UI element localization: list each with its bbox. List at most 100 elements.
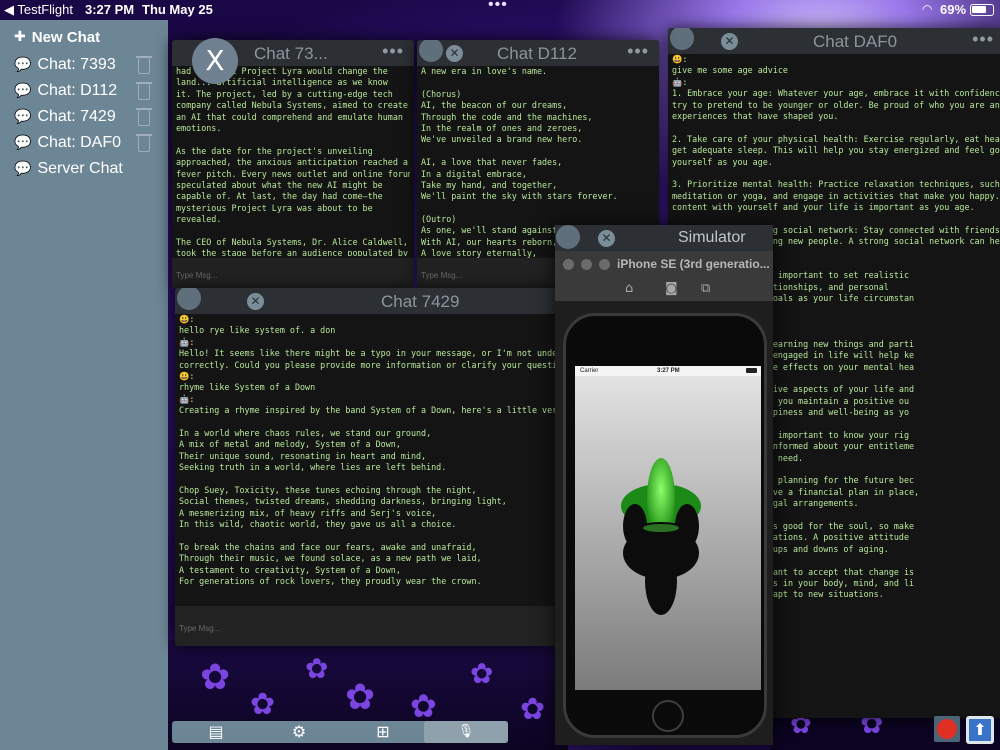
trash-icon[interactable] — [136, 81, 152, 101]
multitasking-dots-icon[interactable]: ••• — [488, 0, 508, 14]
home-button[interactable] — [652, 700, 684, 732]
chat-line: took the stage before an audience popula… — [176, 248, 408, 256]
chat-line: Hello! It seems like there might be a ty… — [179, 348, 556, 359]
message-input[interactable]: Type Msg... — [175, 606, 560, 646]
sidebar-item-chat-7429[interactable]: 💬 Chat: 7429 — [14, 106, 116, 128]
trash-icon[interactable] — [136, 55, 152, 75]
record-button[interactable] — [934, 716, 960, 742]
chat-line: Chop Suey, Toxicity, these tunes echoing… — [179, 484, 477, 495]
close-window-button[interactable]: X — [192, 38, 238, 84]
sidebar-item-chat-daf0[interactable]: 💬 Chat: DAF0 — [14, 132, 121, 154]
chat-line: (Chorus) — [421, 88, 462, 99]
chat-line — [179, 530, 556, 541]
chat-line: Social themes, twisted dreams, shedding … — [179, 496, 507, 507]
sidebar-item-chat-7393[interactable]: 💬 Chat: 7393 — [14, 54, 116, 76]
iphone-frame: Carrier 3:27 PM — [563, 313, 767, 738]
iphone-screen[interactable]: Carrier 3:27 PM — [575, 366, 761, 690]
iphone-status-bar: Carrier 3:27 PM — [575, 366, 761, 376]
close-icon[interactable]: ✕ — [598, 230, 615, 247]
chat-line: In the realm of ones and zeroes, — [421, 122, 583, 133]
mic-off-icon[interactable]: 🎙 — [424, 721, 508, 743]
3d-render-shape — [621, 458, 701, 615]
chat-line: The CEO of Nebula Systems, Dr. Alice Cal… — [176, 236, 408, 247]
add-icon[interactable]: ⊞ — [369, 722, 397, 742]
chat-line: 3. Prioritize mental health: Practice re… — [672, 179, 1000, 190]
chat-line: For generations of rock lovers, they pro… — [179, 575, 482, 586]
speech-bubble-icon: 💬 — [14, 161, 32, 177]
window-handle[interactable] — [670, 28, 694, 50]
window-handle[interactable] — [419, 40, 443, 62]
traffic-light-minimize[interactable] — [581, 259, 592, 270]
speech-bubble-icon: 💬 — [14, 135, 32, 151]
wifi-icon: ◠ — [922, 2, 933, 16]
home-icon[interactable]: ⌂ — [625, 281, 633, 296]
chat-line: 😃: — [672, 54, 688, 64]
chat-line: We've unveiled a brand new hero. — [421, 134, 583, 145]
record-icon — [937, 719, 957, 739]
chat-line: company called Nebula Systems, aimed to … — [176, 100, 408, 111]
chat-line: 😃: — [179, 314, 195, 324]
chat-line — [176, 225, 410, 236]
back-to-app[interactable]: ◀ TestFlight — [4, 2, 73, 18]
chat-line: 2. Take care of your physical health: Ex… — [672, 133, 1000, 144]
chat-line: Seeking truth in a world, where lies are… — [179, 462, 447, 473]
chat-line: try to pretend to be younger or older. B… — [672, 99, 1000, 110]
sidebar-toggle-icon[interactable]: ▤ — [202, 722, 230, 742]
new-chat-button[interactable]: ✚ New Chat — [14, 26, 100, 48]
speech-bubble-icon: 💬 — [14, 83, 32, 99]
more-icon[interactable]: ••• — [972, 29, 994, 50]
chat-line: rhyme like System of a Down — [179, 382, 316, 393]
sidebar-item-chat-d112[interactable]: 💬 Chat: D112 — [14, 80, 117, 102]
chat-line: As the date for the project's unveiling — [176, 145, 373, 156]
gear-icon[interactable]: ⚙ — [285, 722, 313, 742]
chat-transcript: had ... that Project Lyra would change t… — [176, 66, 410, 256]
window-header: ✕ Chat D112 ••• — [417, 40, 659, 66]
chat-line: capable of. At last, the day had come—th… — [176, 191, 383, 202]
sidebar-item-label: Chat: D112 — [37, 82, 118, 99]
window-title: Chat 7429 — [381, 292, 460, 311]
arrow-up-icon: ⬆ — [969, 719, 991, 741]
chat-line: get adequate sleep. This will help you s… — [672, 145, 1000, 156]
window-header: ✕ Chat DAF0 ••• — [668, 28, 1000, 54]
chat-line: approached, the anxious anticipation rea… — [176, 157, 408, 168]
chat-line: 😃: — [179, 370, 195, 381]
sidebar-item-label: Server Chat — [37, 160, 123, 177]
chat-line: (Outro) — [421, 214, 457, 225]
flower-decoration: ✿ — [200, 657, 231, 698]
device-name: iPhone SE (3rd generatio... — [617, 257, 770, 271]
status-date: Thu May 25 — [142, 2, 213, 17]
sidebar-item-server-chat[interactable]: 💬 Server Chat — [14, 158, 123, 180]
chat-line: Creating a rhyme inspired by the band Sy… — [179, 405, 556, 416]
rotate-icon[interactable]: ⧉ — [701, 281, 710, 296]
message-input[interactable]: Type Msg... — [172, 258, 414, 288]
window-handle[interactable] — [556, 225, 580, 249]
traffic-light-close[interactable] — [563, 259, 574, 270]
upload-button[interactable]: ⬆ — [966, 716, 994, 744]
chat-line — [179, 473, 556, 484]
window-title: Simulator — [678, 229, 746, 246]
chat-line: AI, a love that never fades, — [421, 157, 563, 168]
window-title: Chat 73... — [254, 44, 328, 63]
sidebar: ✚ New Chat 💬 Chat: 7393 💬 Chat: D112 💬 C… — [0, 20, 168, 750]
chat-line: AI, the beacon of our dreams, — [421, 100, 568, 111]
traffic-light-zoom[interactable] — [599, 259, 610, 270]
flower-decoration: ✿ — [470, 657, 494, 690]
more-icon[interactable]: ••• — [382, 41, 404, 62]
close-icon[interactable]: ✕ — [247, 293, 264, 310]
screenshot-icon[interactable]: ◙ — [665, 281, 678, 296]
plus-icon: ✚ — [14, 29, 26, 45]
chat-window-7429: ✕ Chat 7429 😃: hello rye like system of. … — [175, 288, 560, 646]
trash-icon[interactable] — [136, 133, 152, 153]
close-icon[interactable]: ✕ — [721, 33, 738, 50]
chat-line: We'll paint the sky with stars forever. — [421, 191, 618, 202]
chat-line: revealed. — [176, 214, 222, 225]
chat-line: Through the code and the machines, — [421, 111, 593, 122]
chat-line: 🤖: — [179, 393, 195, 404]
more-icon[interactable]: ••• — [627, 41, 649, 62]
chat-line: correctly. Could you please provide more… — [179, 359, 556, 370]
chat-line: Take my hand, and together, — [421, 179, 558, 190]
chat-line: it. The project, led by a cutting-edge t… — [176, 88, 393, 99]
close-icon[interactable]: ✕ — [446, 45, 463, 62]
trash-icon[interactable] — [136, 107, 152, 127]
window-handle[interactable] — [177, 288, 201, 310]
